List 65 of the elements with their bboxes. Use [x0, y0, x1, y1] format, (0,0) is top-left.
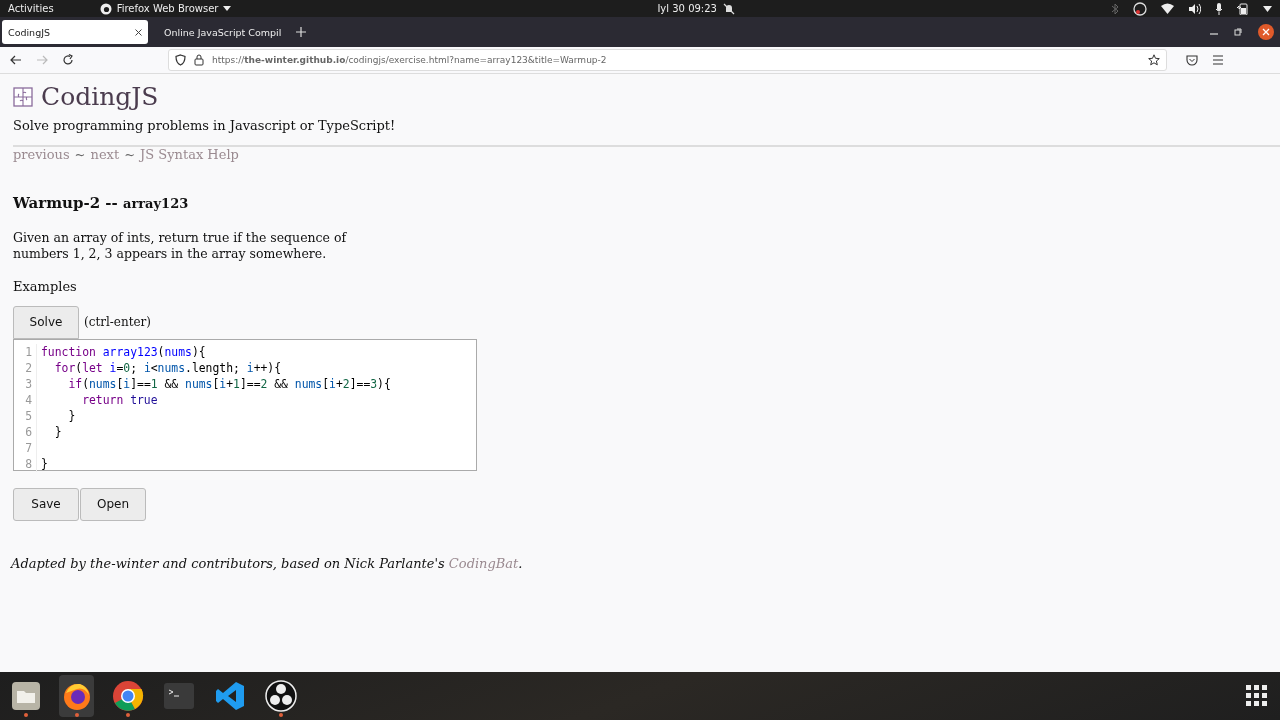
microphone-icon[interactable] [1215, 2, 1223, 15]
exercise-heading: Warmup-2 -- [13, 194, 118, 212]
close-icon[interactable] [1258, 24, 1274, 40]
shield-icon[interactable] [175, 54, 186, 66]
app-grid-icon[interactable] [1246, 685, 1268, 707]
close-tab-icon[interactable] [135, 28, 142, 36]
site-title: CodingJS [41, 82, 159, 111]
recording-icon[interactable] [1133, 1, 1147, 16]
credits-text: Adapted by the-winter and contributors, based on Nick Parlante's CodingBat. [11, 555, 524, 571]
volume-icon[interactable] [1188, 2, 1201, 15]
reload-icon[interactable] [62, 54, 74, 66]
nav-separator: ~ [74, 147, 86, 162]
nav-separator: ~ [124, 147, 136, 162]
problem-description: Given an array of ints, return true if the sequence of numbers 1, 2, 3 appears in the array somewhere. [13, 230, 348, 263]
chrome-icon[interactable] [111, 680, 144, 712]
app-menu[interactable]: Firefox Web Browser [99, 2, 232, 15]
lock-icon[interactable] [194, 54, 204, 66]
line-number: 8 [14, 455, 37, 472]
menu-icon[interactable] [1212, 55, 1224, 65]
restore-icon[interactable] [1234, 28, 1242, 36]
save-button[interactable]: Save [13, 487, 79, 521]
battery-icon[interactable] [1237, 2, 1249, 15]
terminal-icon[interactable] [163, 683, 194, 709]
code-editor[interactable]: 1 function array123(nums){ 2 for(let i=0; i<nums.length; i++){ 3 if(nums[i]==1 && nums[i+1]==2 && nums[i+2]==3){ 4 return true 5 } 6 } 7 8 } [13, 338, 477, 471]
browser-tab[interactable]: CodingJS [2, 20, 148, 44]
code-line: } [40, 456, 48, 471]
tagline: Solve programming problems in Javascript or TypeScript! [13, 118, 397, 133]
shortcut-hint: (ctrl-enter) [84, 315, 152, 329]
obs-icon[interactable] [264, 680, 297, 712]
code-line: if(nums[i]==1 && nums[i+1]==2 && nums[i+2]==3){ [67, 376, 391, 391]
pocket-icon[interactable] [1186, 54, 1198, 66]
line-number: 7 [14, 439, 37, 456]
line-number: 3 [14, 375, 37, 392]
line-number: 6 [14, 423, 37, 440]
url-text[interactable]: https://the-winter.github.io/codingjs/exercise.html?name=array123&title=Warmup-2 [212, 55, 607, 65]
new-tab-icon[interactable] [296, 27, 306, 37]
code-line: return true [81, 392, 158, 407]
code-editor-icon[interactable] [214, 681, 245, 711]
address-bar[interactable]: https://the-winter.github.io/codingjs/exercise.html?name=array123&title=Warmup-2 [168, 49, 1167, 71]
line-number: 4 [14, 391, 37, 408]
examples-label: Examples [13, 278, 78, 294]
clock[interactable]: Iyl 30 09:23 [657, 3, 717, 14]
folder-icon[interactable] [10, 681, 41, 711]
browser-tab[interactable]: Online JavaScript Compil [152, 20, 284, 44]
line-number: 5 [14, 407, 37, 424]
line-number: 1 [14, 343, 37, 360]
forward-icon [36, 55, 48, 65]
code-line: for(let i=0; i<nums.length; i++){ [53, 360, 282, 375]
back-icon[interactable] [10, 55, 22, 65]
caret-icon[interactable] [223, 6, 232, 11]
caret-icon[interactable] [1263, 5, 1272, 12]
code-line: } [53, 424, 62, 439]
wifi-icon[interactable] [1161, 3, 1174, 14]
code-line: } [67, 408, 76, 423]
line-number: 2 [14, 359, 37, 376]
bell-muted-icon [722, 2, 735, 15]
bluetooth-icon[interactable] [1111, 2, 1119, 15]
bookmark-star-icon[interactable] [1148, 54, 1160, 66]
activities-button[interactable]: Activities [8, 3, 54, 14]
firefox-icon[interactable] [61, 681, 92, 711]
code-line: function array123(nums){ [40, 344, 206, 359]
exercise-name: array123 [123, 196, 189, 211]
open-button[interactable]: Open [80, 487, 146, 521]
puzzle-logo-icon [13, 86, 33, 107]
solve-button[interactable]: Solve [13, 305, 79, 339]
